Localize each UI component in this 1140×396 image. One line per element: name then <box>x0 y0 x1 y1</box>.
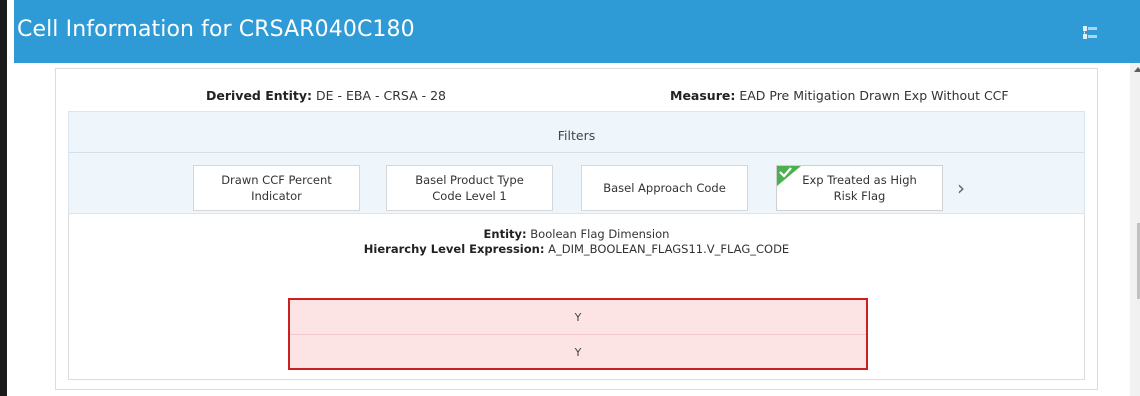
entity-label: Entity: <box>483 227 527 241</box>
filter-drawn-ccf-percent-indicator[interactable]: Drawn CCF Percent Indicator <box>193 165 360 211</box>
content-area: Derived Entity: DE - EBA - CRSA - 28 Mea… <box>14 63 1130 396</box>
hierarchy-value: A_DIM_BOOLEAN_FLAGS11.V_FLAG_CODE <box>548 242 790 256</box>
vertical-scrollbar[interactable] <box>1130 63 1140 396</box>
scroll-up-icon[interactable] <box>1134 67 1140 72</box>
filter-label: Exp Treated as High Risk Flag <box>802 173 917 203</box>
cell-info-card: Derived Entity: DE - EBA - CRSA - 28 Mea… <box>55 68 1098 390</box>
filters-panel: Filters Drawn CCF Percent Indicator Base… <box>68 111 1085 214</box>
measure-label: Measure: <box>670 88 736 103</box>
filter-basel-product-type-code-level-1[interactable]: Basel Product Type Code Level 1 <box>386 165 553 211</box>
filter-label: Basel Product Type Code Level 1 <box>415 173 524 203</box>
entity-value: Boolean Flag Dimension <box>530 227 670 241</box>
window-titlebar: Cell Information for CRSAR040C180 <box>14 0 1140 63</box>
filters-divider <box>69 152 1084 153</box>
derived-entity-value: DE - EBA - CRSA - 28 <box>316 88 447 103</box>
derived-entity-row: Derived Entity: DE - EBA - CRSA - 28 <box>206 88 446 103</box>
derived-entity-label: Derived Entity: <box>206 88 313 103</box>
measure-row: Measure: EAD Pre Mitigation Drawn Exp Wi… <box>670 88 1009 103</box>
filter-values-list: Y Y <box>288 298 868 370</box>
filter-details-panel: Entity: Boolean Flag Dimension Hierarchy… <box>68 214 1085 380</box>
filter-label: Drawn CCF Percent Indicator <box>221 173 332 203</box>
filters-title: Filters <box>557 128 596 143</box>
check-icon <box>777 166 801 186</box>
filter-label: Basel Approach Code <box>603 181 726 195</box>
cell-information-window: Cell Information for CRSAR040C180 Derive… <box>0 0 1140 396</box>
list-item[interactable]: Y <box>290 300 866 334</box>
hierarchy-label: Hierarchy Level Expression: <box>363 242 545 256</box>
collapse-panel-icon[interactable] <box>1082 25 1098 41</box>
measure-value: EAD Pre Mitigation Drawn Exp Without CCF <box>739 88 1009 103</box>
chevron-right-icon[interactable]: › <box>957 178 965 198</box>
entity-row: Entity: Boolean Flag Dimension <box>69 227 1084 241</box>
hierarchy-row: Hierarchy Level Expression: A_DIM_BOOLEA… <box>69 242 1084 256</box>
filter-basel-approach-code[interactable]: Basel Approach Code <box>581 165 748 211</box>
list-item[interactable]: Y <box>290 334 866 369</box>
window-title: Cell Information for CRSAR040C180 <box>17 17 415 42</box>
filter-exp-treated-as-high-risk-flag[interactable]: Exp Treated as High Risk Flag <box>776 165 943 211</box>
